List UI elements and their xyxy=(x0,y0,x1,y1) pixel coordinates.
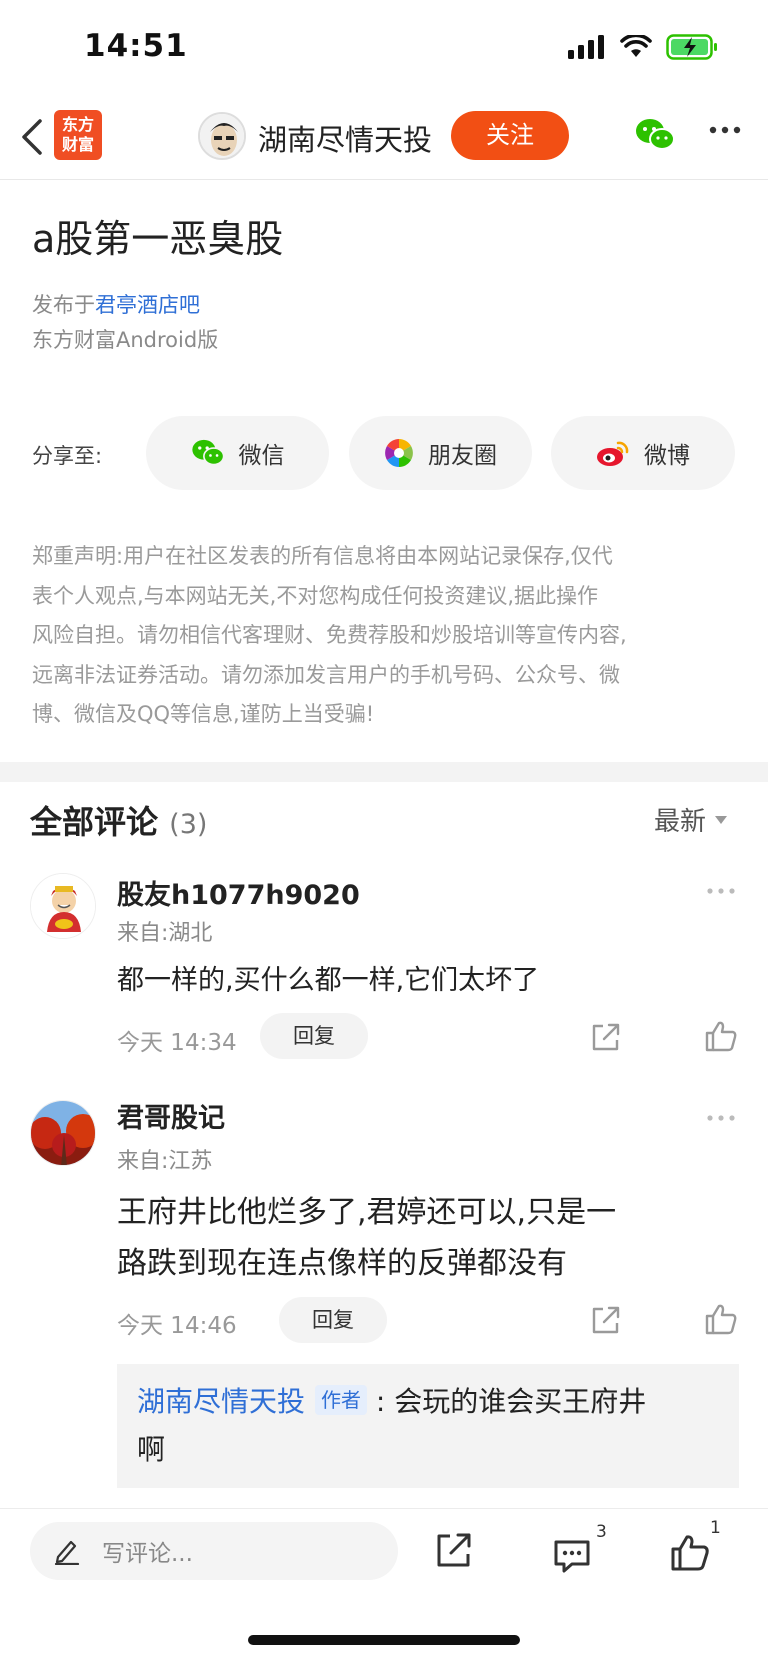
author-badge: 作者 xyxy=(315,1385,368,1415)
comment-share-icon[interactable] xyxy=(590,1021,622,1053)
comment-more-icon[interactable] xyxy=(706,1111,736,1125)
disclaimer: 郑重声明:用户在社区发表的所有信息将由本网站记录保存,仅代 表个人观点,与本网站… xyxy=(32,537,732,735)
comment-input-placeholder: 写评论... xyxy=(102,1541,193,1567)
status-time: 14:51 xyxy=(84,28,188,64)
nested-reply-line: 湖南尽情天投 作者 : 会玩的谁会买王府井 xyxy=(137,1378,719,1426)
published-prefix: 发布于 xyxy=(32,293,95,317)
comment-more-icon[interactable] xyxy=(706,884,736,898)
comment-share-icon[interactable] xyxy=(590,1304,622,1336)
comments-count: (3) xyxy=(169,809,208,840)
comment-time: 今天 14:46 xyxy=(117,1313,237,1339)
author-avatar[interactable] xyxy=(198,112,246,160)
commenter-name[interactable]: 君哥股记 xyxy=(117,1096,225,1135)
pencil-icon xyxy=(54,1540,80,1565)
comments-title: 全部评论 xyxy=(30,803,159,841)
post-client: 东方财富Android版 xyxy=(32,328,219,352)
wechat-icon xyxy=(191,439,224,466)
post-forum-info: 发布于君亭酒店吧 xyxy=(32,289,200,319)
wifi-icon xyxy=(620,35,652,57)
comment-text: 王府井比他烂多了,君婷还可以,只是一 xyxy=(117,1195,617,1230)
reply-button[interactable]: 回复 xyxy=(279,1297,387,1343)
share-icon[interactable] xyxy=(434,1530,474,1570)
share-moments-button[interactable]: 朋友圈 xyxy=(349,416,532,490)
commenter-name[interactable]: 股友h1077h9020 xyxy=(117,873,360,912)
caret-down-icon xyxy=(715,815,728,824)
comment-text: 路跌到现在连点像样的反弹都没有 xyxy=(117,1246,567,1281)
comment-count: 3 xyxy=(596,1522,607,1542)
share-label: 分享至: xyxy=(32,444,103,468)
follow-button[interactable]: 关注 xyxy=(451,111,569,160)
like-button[interactable]: 1 xyxy=(670,1518,730,1572)
share-moments-label: 朋友圈 xyxy=(428,443,497,469)
reply-text: 啊 xyxy=(137,1433,166,1466)
comments-button[interactable]: 3 xyxy=(552,1522,612,1576)
comment-like-icon[interactable] xyxy=(704,1019,738,1053)
commenter-avatar[interactable] xyxy=(30,873,96,939)
battery-charging-icon xyxy=(666,34,717,60)
commenter-location: 来自:江苏 xyxy=(117,1149,213,1174)
like-count: 1 xyxy=(710,1518,721,1538)
commenter-avatar[interactable] xyxy=(30,1100,96,1166)
share-wechat-button[interactable]: 微信 xyxy=(146,416,329,490)
comment-input[interactable]: 写评论... xyxy=(30,1522,398,1580)
back-icon[interactable] xyxy=(18,117,48,157)
comment-time: 今天 14:34 xyxy=(117,1030,237,1056)
moments-icon xyxy=(385,439,413,467)
comment-icon xyxy=(554,1540,590,1573)
disclaimer-line: 郑重声明:用户在社区发表的所有信息将由本网站记录保存,仅代 xyxy=(32,544,613,568)
section-divider xyxy=(0,762,768,782)
wechat-share-icon[interactable] xyxy=(635,118,675,152)
thumbs-up-icon xyxy=(671,1535,709,1571)
share-weibo-label: 微博 xyxy=(644,443,690,469)
logo-text-line1: 东方 xyxy=(61,115,94,134)
avatar-image xyxy=(31,874,95,938)
reply-author-name[interactable]: 湖南尽情天投 xyxy=(137,1385,305,1418)
signal-icon xyxy=(568,35,604,59)
author-name[interactable]: 湖南尽情天投 xyxy=(258,117,432,159)
sort-dropdown[interactable]: 最新 xyxy=(654,801,728,838)
comment-text: 都一样的,买什么都一样,它们太坏了 xyxy=(117,965,540,996)
logo-text-line2: 财富 xyxy=(61,135,94,154)
post-title: a股第一恶臭股 xyxy=(32,217,284,261)
avatar-image xyxy=(31,1101,95,1165)
commenter-location: 来自:湖北 xyxy=(117,921,213,946)
disclaimer-line: 远离非法证券活动。请勿添加发言用户的手机号码、公众号、微 xyxy=(32,662,620,687)
comments-heading: 全部评论 (3) xyxy=(30,797,207,843)
disclaimer-line: 风险自担。请勿相信代客理财、免费荐股和炒股培训等宣传内容, xyxy=(32,623,627,647)
home-indicator xyxy=(248,1635,520,1645)
share-wechat-label: 微信 xyxy=(238,443,285,469)
disclaimer-line: 博、微信及QQ等信息,谨防上当受骗! xyxy=(32,702,375,726)
sort-label: 最新 xyxy=(654,807,707,837)
app-logo[interactable]: 东方 财富 xyxy=(54,110,102,160)
weibo-icon xyxy=(597,441,629,466)
status-icons xyxy=(568,34,718,60)
forum-link[interactable]: 君亭酒店吧 xyxy=(95,293,200,317)
disclaimer-line: 表个人观点,与本网站无关,不对您构成任何投资建议,据此操作 xyxy=(32,583,599,608)
share-weibo-button[interactable]: 微博 xyxy=(551,416,735,490)
reply-button[interactable]: 回复 xyxy=(260,1013,368,1059)
comment-like-icon[interactable] xyxy=(704,1302,738,1336)
more-options-icon[interactable] xyxy=(708,120,742,140)
reply-text: 会玩的谁会买王府井 xyxy=(394,1385,647,1418)
reply-separator: : xyxy=(375,1385,386,1418)
nested-reply[interactable]: 湖南尽情天投 作者 : 会玩的谁会买王府井 啊 xyxy=(117,1364,739,1488)
